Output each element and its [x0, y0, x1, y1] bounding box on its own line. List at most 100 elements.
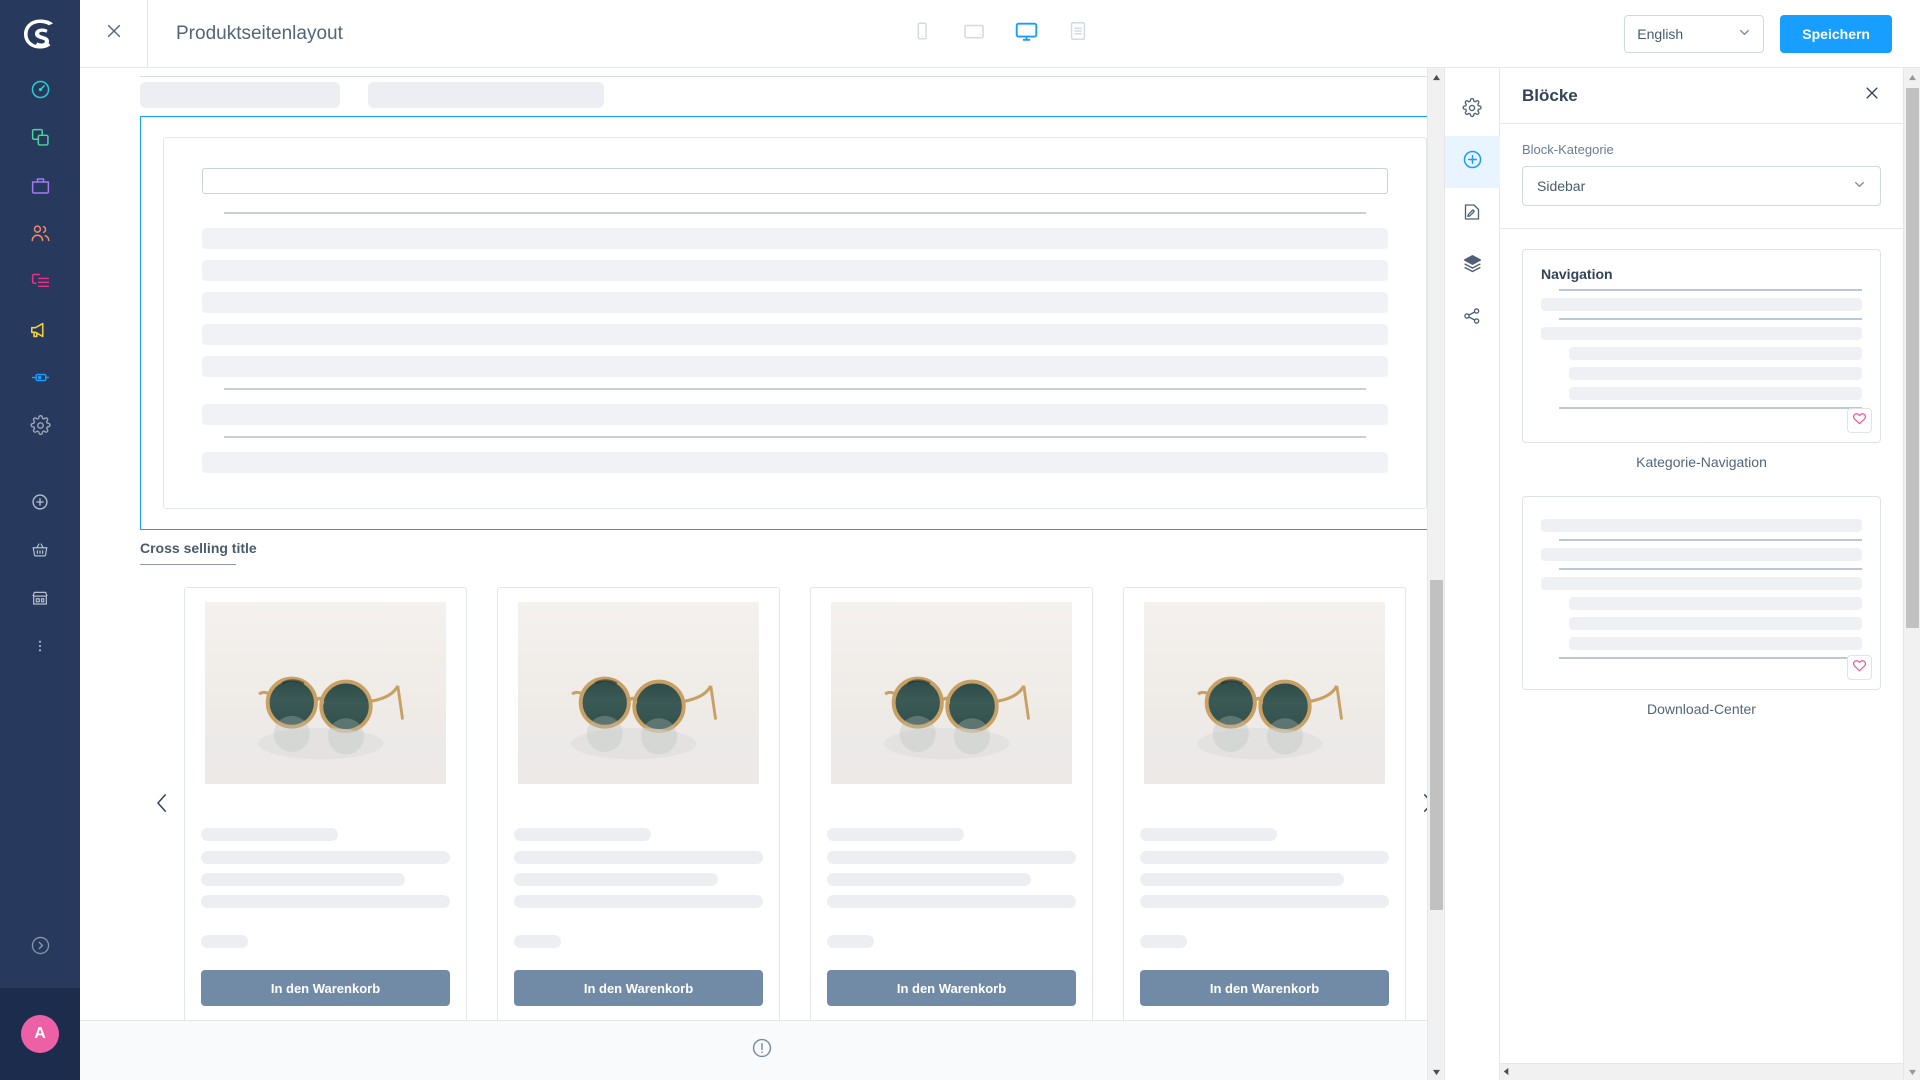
block-preview[interactable]: Navigation [1522, 249, 1881, 443]
scroll-down-button[interactable] [1428, 1063, 1445, 1080]
triangle-down-icon [1908, 1063, 1917, 1080]
scroll-up-button[interactable] [1428, 68, 1444, 85]
admin-sidebar: A [0, 0, 80, 1080]
skeleton-divider [1559, 539, 1862, 541]
device-button-mobile[interactable] [905, 17, 939, 51]
chevron-down-icon [1853, 178, 1866, 194]
avatar[interactable]: A [21, 1015, 59, 1053]
sunglasses-product-image [1144, 602, 1385, 784]
skeleton-divider [1559, 568, 1862, 570]
skeleton-bar [514, 895, 763, 908]
layers-icon [1462, 253, 1483, 279]
add-to-cart-button[interactable]: In den Warenkorb [514, 970, 763, 1006]
sidebar-item-settings[interactable] [0, 404, 80, 452]
scroll-up-button[interactable] [1904, 68, 1920, 85]
canvas-scrollbar[interactable] [1427, 68, 1444, 1080]
info-circle-icon[interactable] [751, 1037, 773, 1064]
favorite-button[interactable] [1847, 655, 1872, 680]
skeleton-bar [1541, 327, 1862, 340]
favorite-button[interactable] [1847, 408, 1872, 433]
storefront-shortcut-button[interactable] [0, 576, 80, 624]
more-actions-button[interactable] [0, 624, 80, 672]
skeleton-bar [827, 873, 1032, 886]
skeleton-bar [827, 851, 1076, 864]
triangle-up-icon [1432, 68, 1441, 86]
skeleton-bar [514, 851, 763, 864]
tool-button-settings[interactable] [1445, 84, 1500, 136]
add-to-cart-button[interactable]: In den Warenkorb [827, 970, 1076, 1006]
skeleton-bar [201, 873, 406, 886]
blocks-panel-hscroll-thumb[interactable] [1511, 1065, 1901, 1079]
block-inner-card [163, 137, 1427, 509]
tool-button-blocks[interactable] [1444, 136, 1500, 188]
product-card[interactable]: In den Warenkorb [184, 587, 467, 1020]
heart-icon [1852, 658, 1867, 678]
editor-main: Produktseitenlayout English Speichern Cr… [80, 0, 1920, 1080]
tool-button-layers[interactable] [1445, 240, 1500, 292]
carousel-prev-button[interactable] [140, 790, 184, 821]
product-card[interactable]: In den Warenkorb [497, 587, 780, 1020]
block-preview[interactable] [1522, 496, 1881, 690]
sidebar-collapse-button[interactable] [0, 908, 80, 988]
blocks-panel-scrollbar[interactable] [1903, 68, 1920, 1080]
block-list-item[interactable]: Download-Center [1522, 496, 1881, 717]
quick-add-button[interactable] [0, 480, 80, 528]
tool-button-elements[interactable] [1445, 188, 1500, 240]
marketing-megaphone-icon [29, 319, 51, 346]
skeleton-bar [1541, 519, 1862, 532]
device-button-form[interactable] [1061, 17, 1095, 51]
dashboard-gauge-icon [30, 79, 51, 105]
language-select[interactable]: English [1624, 14, 1765, 53]
skeleton-bar [1541, 298, 1862, 311]
sidebar-item-catalogues[interactable] [0, 116, 80, 164]
device-button-tablet[interactable] [957, 17, 991, 51]
skeleton-bar [514, 873, 719, 886]
add-to-cart-button[interactable]: In den Warenkorb [201, 970, 450, 1006]
product-card[interactable]: In den Warenkorb [1123, 587, 1406, 1020]
sidebar-item-customers[interactable] [0, 212, 80, 260]
skeleton-bar [201, 851, 450, 864]
block-category-filter: Block-Kategorie Sidebar [1500, 124, 1903, 229]
device-button-desktop[interactable] [1009, 17, 1043, 51]
sidebar-item-content[interactable] [0, 260, 80, 308]
skeleton-input-field[interactable] [202, 168, 1388, 194]
blocks-panel-close-button[interactable] [1863, 84, 1881, 107]
sidebar-item-marketing[interactable] [0, 308, 80, 356]
skeleton-bar [1569, 617, 1862, 630]
skeleton-bar [201, 828, 338, 841]
sidebar-item-orders[interactable] [0, 164, 80, 212]
add-to-cart-button[interactable]: In den Warenkorb [1140, 970, 1389, 1006]
canvas-scrollbar-thumb[interactable] [1430, 580, 1443, 910]
orders-shortcut-button[interactable] [0, 528, 80, 576]
blocks-panel-scrollbar-thumb[interactable] [1906, 88, 1919, 628]
close-editor-button[interactable] [80, 0, 148, 68]
share-nodes-icon [1462, 306, 1482, 331]
block-category-value: Sidebar [1537, 178, 1586, 194]
scroll-down-button[interactable] [1904, 1063, 1920, 1080]
sidebar-item-dashboard[interactable] [0, 68, 80, 116]
settings-gear-icon [30, 415, 51, 441]
triangle-left-icon[interactable] [1502, 1063, 1511, 1080]
chevron-down-icon [1738, 26, 1751, 42]
storefront-icon [31, 589, 49, 612]
tool-button-share[interactable] [1445, 292, 1500, 344]
skeleton-divider [1559, 657, 1862, 659]
partial-skeleton-row [140, 68, 1444, 108]
save-button[interactable]: Speichern [1780, 14, 1892, 53]
block-category-select[interactable]: Sidebar [1522, 166, 1881, 206]
chevron-right-circle-icon [30, 935, 51, 961]
sidebar-nav-list [0, 68, 80, 672]
shopware-logo-icon[interactable] [0, 0, 80, 68]
block-list-item[interactable]: Navigation Kategorie-Navigation [1522, 249, 1881, 470]
selected-cms-block[interactable] [140, 116, 1444, 530]
product-card[interactable]: In den Warenkorb [810, 587, 1093, 1020]
skeleton-bar [140, 82, 340, 108]
user-menu[interactable]: A [0, 988, 80, 1080]
cross-selling-title: Cross selling title [140, 540, 257, 556]
blocks-panel-horizontal-scrollbar[interactable] [1500, 1063, 1903, 1080]
skeleton-bar [368, 82, 604, 108]
sunglasses-product-image [518, 602, 759, 784]
cross-selling-carousel: In den Warenkorb In den Warenkorb In den… [140, 587, 1444, 1020]
skeleton-divider [1559, 289, 1862, 291]
sidebar-item-extensions[interactable] [0, 356, 80, 404]
